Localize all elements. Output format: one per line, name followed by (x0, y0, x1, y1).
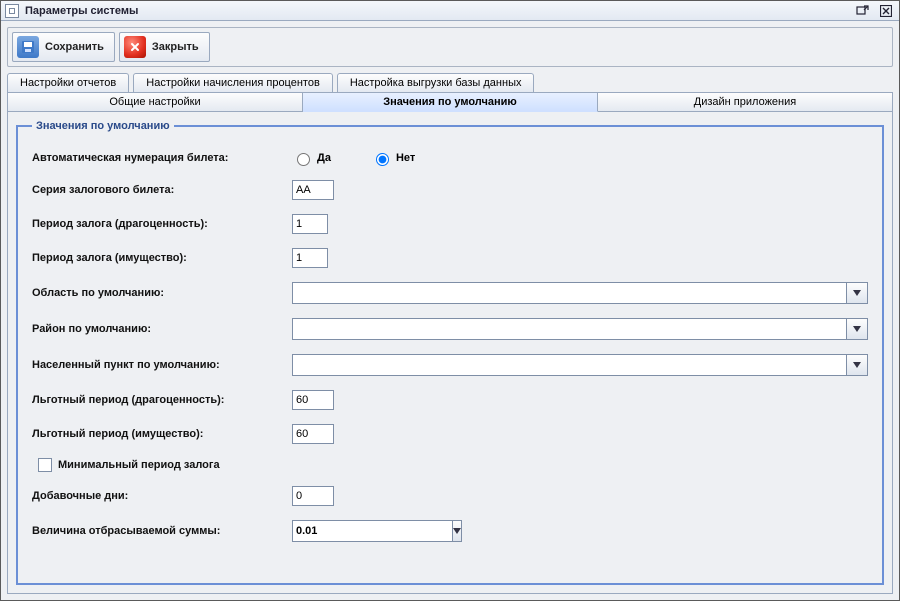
tabs-area: Настройки отчетов Настройки начисления п… (1, 73, 899, 600)
window-buttons (853, 3, 895, 19)
auto-numbering-radios: Да Нет (292, 150, 868, 166)
app-icon (5, 4, 19, 18)
grace-precious-input[interactable] (292, 390, 334, 410)
toolbar-wrap: Сохранить Закрыть (1, 21, 899, 73)
tab-panel: Значения по умолчанию Автоматическая нум… (7, 112, 893, 594)
tab-defaults[interactable]: Значения по умолчанию (303, 92, 598, 112)
series-input[interactable] (292, 180, 334, 200)
tabs-row-2: Общие настройки Значения по умолчанию Ди… (7, 92, 893, 112)
discard-combo[interactable] (292, 520, 452, 542)
min-period-row[interactable]: Минимальный период залога (32, 458, 868, 472)
defaults-group: Значения по умолчанию Автоматическая нум… (16, 120, 884, 585)
region-dropdown-button[interactable] (846, 282, 868, 304)
town-dropdown-button[interactable] (846, 354, 868, 376)
radio-no-input[interactable] (376, 153, 389, 166)
chevron-down-icon (853, 362, 861, 368)
toolbar: Сохранить Закрыть (7, 27, 893, 67)
period-property-input[interactable] (292, 248, 328, 268)
label-discard-amount: Величина отбрасываемой суммы: (32, 525, 282, 537)
label-period-property: Период залога (имущество): (32, 252, 282, 264)
form: Автоматическая нумерация билета: Да Нет … (32, 150, 868, 542)
label-region: Область по умолчанию: (32, 287, 282, 299)
label-grace-precious: Льготный период (драгоценность): (32, 394, 282, 406)
district-dropdown-button[interactable] (846, 318, 868, 340)
tab-design[interactable]: Дизайн приложения (598, 92, 893, 112)
grace-property-input[interactable] (292, 424, 334, 444)
period-precious-input[interactable] (292, 214, 328, 234)
discard-input[interactable] (292, 520, 452, 542)
tab-general[interactable]: Общие настройки (7, 92, 303, 112)
tab-reports[interactable]: Настройки отчетов (7, 73, 129, 92)
label-extra-days: Добавочные дни: (32, 490, 282, 502)
close-icon[interactable] (877, 3, 895, 19)
discard-dropdown-button[interactable] (452, 520, 462, 542)
save-icon (17, 36, 39, 58)
maximize-icon[interactable] (853, 3, 871, 19)
radio-yes-input[interactable] (297, 153, 310, 166)
group-legend: Значения по умолчанию (32, 120, 174, 132)
window-title: Параметры системы (25, 5, 853, 17)
radio-yes-label: Да (317, 152, 331, 164)
town-input[interactable] (292, 354, 846, 376)
chevron-down-icon (853, 290, 861, 296)
town-combo[interactable] (292, 354, 868, 376)
save-button[interactable]: Сохранить (12, 32, 115, 62)
save-button-label: Сохранить (45, 41, 104, 53)
tab-interest[interactable]: Настройки начисления процентов (133, 73, 333, 92)
radio-no[interactable]: Нет (371, 150, 415, 166)
label-period-precious: Период залога (драгоценность): (32, 218, 282, 230)
min-period-label: Минимальный период залога (58, 459, 220, 471)
region-input[interactable] (292, 282, 846, 304)
label-auto-numbering: Автоматическая нумерация билета: (32, 152, 282, 164)
label-grace-property: Льготный период (имущество): (32, 428, 282, 440)
label-series: Серия залогового билета: (32, 184, 282, 196)
extra-days-input[interactable] (292, 486, 334, 506)
tab-export[interactable]: Настройка выгрузки базы данных (337, 73, 535, 92)
district-input[interactable] (292, 318, 846, 340)
tabs-row-1: Настройки отчетов Настройки начисления п… (7, 73, 893, 92)
region-combo[interactable] (292, 282, 868, 304)
radio-no-label: Нет (396, 152, 415, 164)
chevron-down-icon (853, 326, 861, 332)
chevron-down-icon (453, 528, 461, 534)
window: Параметры системы Сохранить Закрыть (0, 0, 900, 601)
label-town: Населенный пункт по умолчанию: (32, 359, 282, 371)
district-combo[interactable] (292, 318, 868, 340)
radio-yes[interactable]: Да (292, 150, 331, 166)
close-button[interactable]: Закрыть (119, 32, 210, 62)
min-period-checkbox[interactable] (38, 458, 52, 472)
label-district: Район по умолчанию: (32, 323, 282, 335)
cancel-icon (124, 36, 146, 58)
close-button-label: Закрыть (152, 41, 199, 53)
titlebar: Параметры системы (1, 1, 899, 21)
